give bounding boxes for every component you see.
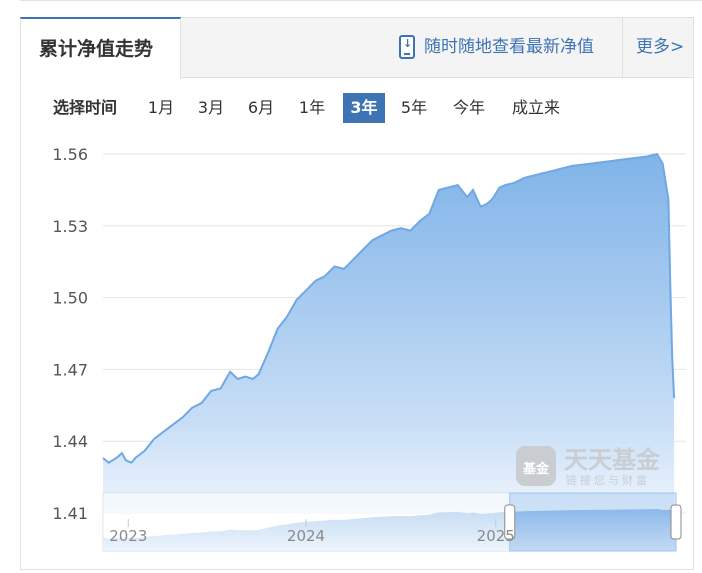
y-tick-label: 1.53 bbox=[52, 217, 88, 236]
watermark-badge-text: 基金 bbox=[522, 461, 550, 477]
watermark: 基金 天天基金 链接您与财富 bbox=[516, 446, 661, 487]
y-tick-label: 1.47 bbox=[52, 360, 88, 379]
x-tick-label: 2025 bbox=[477, 527, 515, 545]
x-tick-label: 2023 bbox=[109, 527, 147, 545]
nav-chart: 1.411.441.471.501.531.56 基金 天天基金 链接您与财富 … bbox=[52, 145, 686, 552]
watermark-name: 天天基金 bbox=[564, 446, 661, 474]
navigator[interactable] bbox=[102, 492, 682, 552]
navigator-right-handle[interactable] bbox=[670, 504, 682, 540]
navigator-selected-range[interactable] bbox=[509, 492, 677, 552]
x-tick-label: 2024 bbox=[287, 527, 325, 545]
watermark-slogan: 链接您与财富 bbox=[566, 473, 650, 487]
y-axis-labels: 1.41 1.44 1.47 1.50 1.53 1.56 bbox=[52, 145, 88, 523]
y-tick-label: 1.56 bbox=[52, 145, 88, 164]
y-tick-label: 1.41 bbox=[52, 504, 88, 523]
y-tick-label: 1.50 bbox=[52, 289, 88, 308]
y-tick-label: 1.44 bbox=[52, 432, 88, 451]
